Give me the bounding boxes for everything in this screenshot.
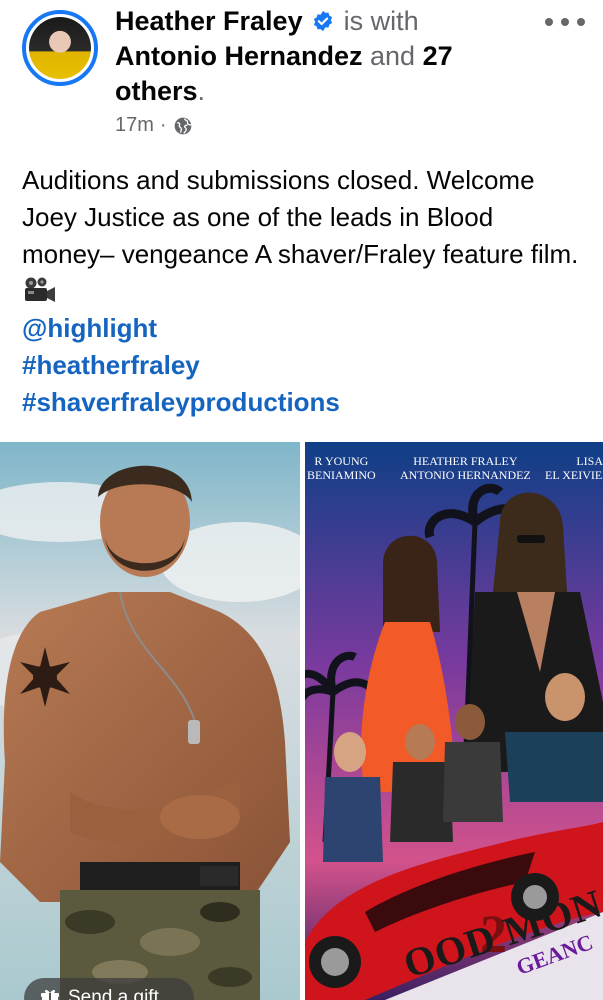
more-dot-icon: [545, 18, 553, 26]
header-period: .: [197, 76, 206, 106]
others-link[interactable]: others: [115, 76, 198, 106]
send-gift-label: Send a gift: [68, 987, 159, 1000]
with-prefix: is with: [343, 6, 419, 36]
more-dot-icon: [561, 18, 569, 26]
poster-credit: R YOUNG: [314, 454, 369, 468]
tagged-person-link[interactable]: Antonio Hernandez: [115, 41, 363, 71]
and-text: and: [370, 41, 416, 71]
send-gift-button[interactable]: Send a gift: [24, 978, 194, 1000]
hashtag-link[interactable]: #heatherfraley: [22, 347, 587, 384]
post-header: Heather Fraley is with Antonio Hernandez…: [0, 0, 603, 150]
gift-icon: [41, 989, 59, 1000]
poster-credit: EL XEIVIEI: [545, 468, 603, 482]
verified-badge-icon: [314, 10, 333, 32]
meta-separator: ·: [159, 114, 167, 136]
poster-credit: BENIAMINO: [307, 468, 376, 482]
photo-movie-poster[interactable]: 2 R YOUNG BENIAMINO HEATHER FRALEY ANTON…: [305, 442, 603, 1000]
avatar-image: [29, 17, 91, 79]
post-meta: 17m ·: [115, 114, 193, 137]
movie-camera-icon: [25, 277, 55, 302]
actor-photo-image: [0, 442, 300, 1000]
more-dot-icon: [577, 18, 585, 26]
others-count[interactable]: 27: [423, 41, 453, 71]
more-options-button[interactable]: [545, 12, 585, 32]
mention-link[interactable]: @highlight: [22, 310, 587, 347]
post-author-line: Heather Fraley is with Antonio Hernandez…: [115, 4, 525, 109]
poster-credit: ANTONIO HERNANDEZ: [400, 468, 531, 482]
post-timestamp[interactable]: 17m: [115, 114, 154, 137]
post-text: Auditions and submissions closed. Welcom…: [22, 165, 579, 269]
globe-icon[interactable]: [173, 116, 193, 136]
author-name[interactable]: Heather Fraley: [115, 6, 303, 36]
post-body: Auditions and submissions closed. Welcom…: [22, 162, 587, 421]
hashtag-link[interactable]: #shaverfraleyproductions: [22, 384, 587, 421]
poster-credit: HEATHER FRALEY: [413, 454, 518, 468]
profile-avatar[interactable]: [22, 10, 98, 86]
photo-actor[interactable]: [0, 442, 300, 1000]
photo-grid: 2 R YOUNG BENIAMINO HEATHER FRALEY ANTON…: [0, 442, 603, 1000]
poster-credit: LISA: [576, 454, 603, 468]
